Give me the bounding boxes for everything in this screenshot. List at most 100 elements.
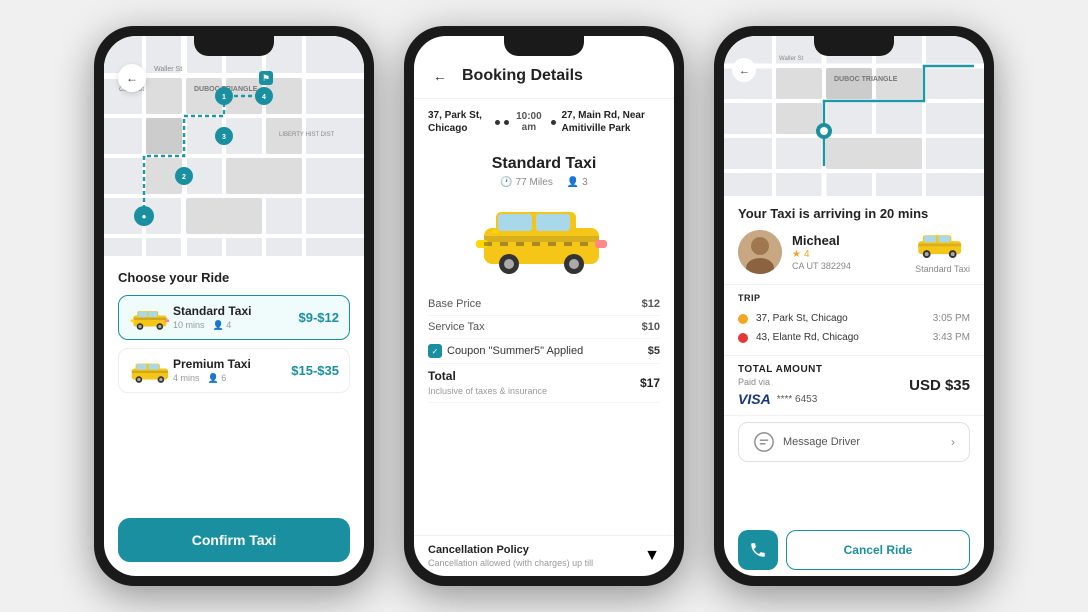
premium-taxi-info: Premium Taxi 4 mins 👤 6 [173,357,291,384]
taxi-display: Standard Taxi 🕐 77 Miles 👤 3 [414,145,674,285]
ride-list: Choose your Ride [104,256,364,576]
tracking-map: Waller St DUBOC TRIANGLE ← [724,36,984,196]
total-section: TOTAL AMOUNT Paid via VISA **** 6453 USD… [724,356,984,416]
route-from: 37, Park St, Chicago [428,109,489,135]
back-button-2[interactable]: ← [428,64,452,88]
route-info: 37, Park St, Chicago 10:00 am 27, Main R… [414,99,674,145]
back-button-1[interactable]: ← [118,64,146,92]
phones-container: Waller St Castro St DUBOC TRIANGLE LIBER… [0,0,1088,612]
route-dot-2 [504,120,509,125]
svg-text:2: 2 [182,174,186,181]
svg-text:Waller St: Waller St [779,56,803,62]
trip-section: TRIP 37, Park St, Chicago 3:05 PM 43, El… [724,285,984,356]
standard-taxi-passengers: 👤 4 [213,320,232,331]
premium-taxi-name: Premium Taxi [173,357,291,371]
total-value: $17 [640,376,660,390]
bottom-actions: Cancel Ride [724,524,984,576]
call-button[interactable] [738,530,778,570]
base-price-value: $12 [642,298,660,310]
taxi-display-meta: 🕐 77 Miles 👤 3 [414,177,674,188]
total-row: TOTAL AMOUNT Paid via VISA **** 6453 USD… [738,364,970,407]
ride-option-premium[interactable]: Premium Taxi 4 mins 👤 6 $15-$35 [118,348,350,393]
price-row-base: Base Price $12 [428,293,660,316]
route-dot-3 [551,120,556,125]
driver-info: Micheal ★ 4 CA UT 382294 [792,233,905,271]
price-row-coupon: ✓ Coupon "Summer5" Applied $5 [428,339,660,364]
standard-taxi-price: $9-$12 [299,310,339,325]
visa-logo: VISA [738,391,771,407]
cancel-policy: Cancellation Policy Cancellation allowed… [414,535,674,576]
notch-1 [194,36,274,56]
svg-text:●: ● [142,212,147,221]
notch-2 [504,36,584,56]
price-row-total: Total Inclusive of taxes & insurance $17 [428,364,660,403]
arriving-text: Your Taxi is arriving in 20 mins [738,206,970,221]
standard-taxi-time: 10 mins [173,320,205,331]
svg-text:←: ← [739,65,750,77]
trip-label: TRIP [738,293,970,303]
base-price-label: Base Price [428,298,481,310]
svg-text:⚑: ⚑ [262,73,270,83]
svg-text:DUBOC TRIANGLE: DUBOC TRIANGLE [834,76,898,83]
svg-text:1: 1 [222,94,226,101]
route-dot-1 [495,120,500,125]
trip-stop-dropoff: 43, Elante Rd, Chicago 3:43 PM [738,328,970,347]
cancel-policy-arrow: ▼ [644,547,660,565]
map-area-1: Waller St Castro St DUBOC TRIANGLE LIBER… [104,36,364,256]
confirm-taxi-button[interactable]: Confirm Taxi [118,518,350,562]
message-driver-arrow: › [951,435,955,449]
phone-1: Waller St Castro St DUBOC TRIANGLE LIBER… [94,26,374,586]
premium-taxi-passengers: 👤 6 [208,373,227,384]
card-last4: **** 6453 [777,394,818,405]
driver-avatar [738,230,782,274]
booking-title: Booking Details [462,67,583,85]
svg-text:4: 4 [262,94,266,101]
service-tax-label: Service Tax [428,321,485,333]
paid-via: Paid via [738,377,823,387]
standard-taxi-name: Standard Taxi [173,304,299,318]
coupon-value: $5 [648,345,660,357]
message-driver-label: Message Driver [783,436,951,448]
tracking-info: Your Taxi is arriving in 20 mins Micheal… [724,196,984,285]
total-amount: USD $35 [909,377,970,394]
driver-plate: CA UT 382294 [792,261,905,271]
driver-rating: ★ 4 [792,249,905,260]
pickup-time: 3:05 PM [933,313,970,324]
coupon-label: Coupon "Summer5" Applied [447,345,583,357]
total-sub: Inclusive of taxes & insurance [428,386,547,396]
price-row-tax: Service Tax $10 [428,316,660,339]
pickup-dot [738,314,748,324]
dropoff-dot [738,333,748,343]
dropoff-time: 3:43 PM [933,332,970,343]
driver-car-type: Standard Taxi [915,264,970,274]
coupon-check-icon: ✓ [428,344,442,358]
cancel-policy-title: Cancellation Policy [428,544,593,556]
total-label: Total [428,369,456,383]
phone-3: Waller St DUBOC TRIANGLE ← Your Taxi is … [714,26,994,586]
phone-2: ← Booking Details 37, Park St, Chicago 1… [404,26,684,586]
message-driver-button[interactable]: Message Driver › [738,422,970,462]
notch-3 [814,36,894,56]
route-time: 10:00 am [515,111,542,133]
route-to: 27, Main Rd, Near Amitiville Park [562,109,661,135]
premium-taxi-price: $15-$35 [291,363,339,378]
taxi-miles: 🕐 77 Miles [500,177,552,188]
svg-text:Waller St: Waller St [154,66,182,73]
pickup-address: 37, Park St, Chicago [756,313,925,324]
driver-name: Micheal [792,233,905,248]
premium-taxi-time: 4 mins [173,373,200,384]
ride-option-standard[interactable]: Standard Taxi 10 mins 👤 4 $9-$12 [118,295,350,340]
trip-stop-pickup: 37, Park St, Chicago 3:05 PM [738,309,970,328]
svg-text:3: 3 [222,134,226,141]
section-title-1: Choose your Ride [118,270,350,285]
service-tax-value: $10 [642,321,660,333]
taxi-passengers: 👤 3 [567,177,588,188]
total-label: TOTAL AMOUNT [738,364,823,375]
pricing-section: Base Price $12 Service Tax $10 ✓ Coupon … [414,285,674,535]
standard-taxi-info: Standard Taxi 10 mins 👤 4 [173,304,299,331]
cancel-ride-button[interactable]: Cancel Ride [786,530,970,570]
driver-card: Micheal ★ 4 CA UT 382294 [738,229,970,274]
taxi-display-name: Standard Taxi [414,155,674,173]
svg-text:LIBERTY HIST DIST: LIBERTY HIST DIST [279,132,335,138]
dropoff-address: 43, Elante Rd, Chicago [756,332,925,343]
